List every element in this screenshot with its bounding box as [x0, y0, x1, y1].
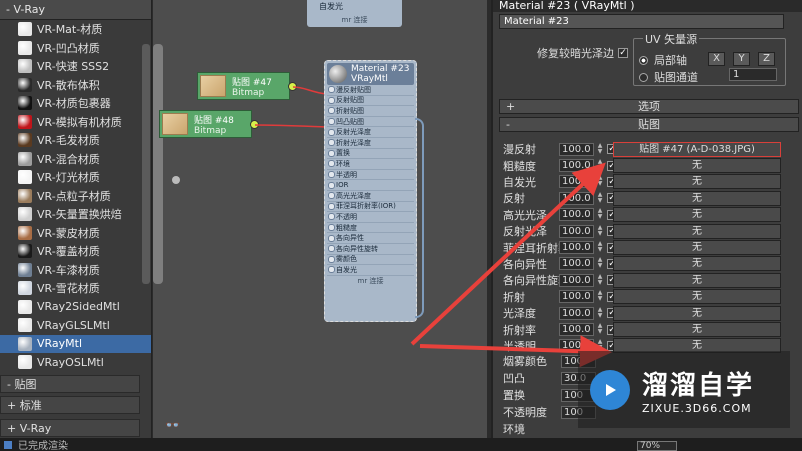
status-text: 已完成渲染	[18, 441, 68, 451]
watermark-brand: 溜溜自学	[642, 370, 755, 401]
zoom-level-field[interactable]: 70%	[637, 441, 677, 451]
annotation-arrow-diffuse	[410, 162, 606, 346]
status-bar: 已完成渲染	[0, 438, 802, 451]
annotation-arrow-bump	[419, 335, 612, 368]
app-root: - V-Ray VR-Mat-材质 VR-凹凸材质 VR-快速 SSS2 VR-散布体…	[0, 0, 802, 451]
watermark-url: ZIXUE.3D66.COM	[642, 401, 752, 415]
play-logo-icon	[590, 369, 630, 410]
status-indicator-icon	[4, 440, 12, 449]
watermark: 溜溜自学 ZIXUE.3D66.COM	[578, 351, 790, 428]
